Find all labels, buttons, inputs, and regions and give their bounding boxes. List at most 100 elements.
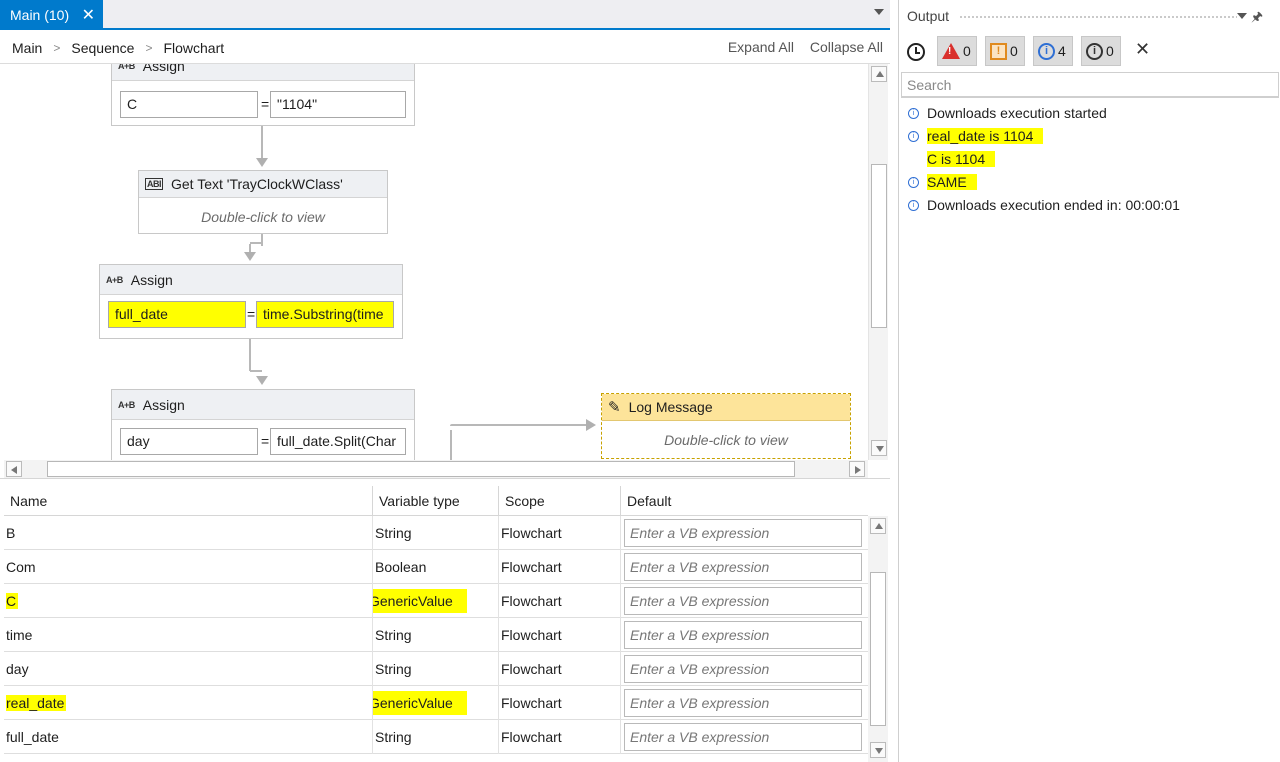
- default-value-input[interactable]: Enter a VB expression: [624, 587, 862, 615]
- variable-row[interactable]: C GenericValue Flowchart Enter a VB express…: [4, 584, 868, 618]
- activity-title: Get Text 'TrayClockWClass': [171, 176, 343, 192]
- variable-name[interactable]: Com: [4, 550, 373, 584]
- variable-type[interactable]: GenericValue: [373, 686, 499, 720]
- assign-activity-full-date[interactable]: A+B Assign full_date = time.Substring(ti…: [99, 264, 403, 339]
- column-header-name[interactable]: Name: [4, 486, 373, 516]
- variable-scope[interactable]: Flowchart: [499, 686, 621, 720]
- scroll-down-button[interactable]: [871, 440, 887, 456]
- close-icon[interactable]: ✕: [82, 5, 95, 25]
- default-value-input[interactable]: Enter a VB expression: [624, 519, 862, 547]
- connector-line: [261, 234, 263, 246]
- default-value-input[interactable]: Enter a VB expression: [624, 553, 862, 581]
- log-message-icon: ✎: [608, 399, 621, 416]
- column-header-type[interactable]: Variable type: [373, 486, 499, 516]
- breadcrumb-item-sequence[interactable]: Sequence: [71, 40, 134, 56]
- variable-row[interactable]: full_date String Flowchart Enter a VB expre…: [4, 720, 868, 754]
- variable-name[interactable]: B: [4, 516, 373, 550]
- variable-name[interactable]: C: [4, 584, 373, 618]
- drag-grip[interactable]: [959, 15, 1237, 19]
- double-click-hint: Double-click to view: [602, 432, 850, 448]
- assign-to-input[interactable]: C: [120, 91, 258, 118]
- column-header-scope[interactable]: Scope: [499, 486, 621, 516]
- canvas-vertical-scrollbar[interactable]: [868, 64, 888, 460]
- variable-row[interactable]: time String Flowchart Enter a VB expression: [4, 618, 868, 652]
- variable-type[interactable]: String: [373, 720, 499, 754]
- warning-count: 0: [1010, 43, 1018, 59]
- assign-activity-c[interactable]: A+B Assign C = "1104": [111, 64, 415, 126]
- filter-info-button[interactable]: i 4: [1033, 36, 1073, 66]
- variables-vertical-scrollbar[interactable]: [868, 516, 888, 762]
- clear-output-icon[interactable]: ✕: [1135, 39, 1150, 60]
- column-header-default[interactable]: Default: [621, 486, 868, 516]
- variable-scope[interactable]: Flowchart: [499, 584, 621, 618]
- log-message-activity[interactable]: ✎ Log Message Double-click to view: [601, 393, 851, 459]
- variable-type[interactable]: String: [373, 618, 499, 652]
- variable-name[interactable]: time: [4, 618, 373, 652]
- default-value-input[interactable]: Enter a VB expression: [624, 689, 862, 717]
- expand-all-button[interactable]: Expand All: [728, 39, 794, 55]
- flowchart-canvas[interactable]: A+B Assign C = "1104" ABI Get Text 'Tray…: [4, 64, 868, 460]
- default-value-input[interactable]: Enter a VB expression: [624, 655, 862, 683]
- canvas-horizontal-scrollbar[interactable]: [4, 460, 868, 478]
- variable-scope[interactable]: Flowchart: [499, 720, 621, 754]
- log-entry[interactable]: i real_date is 1104: [907, 125, 1279, 148]
- variable-name[interactable]: day: [4, 652, 373, 686]
- connector-line: [250, 242, 262, 244]
- variables-header: Name Variable type Scope Default: [4, 486, 868, 516]
- breadcrumb-item-main[interactable]: Main: [12, 40, 42, 56]
- info-count: 4: [1058, 43, 1066, 59]
- variable-row[interactable]: real_date GenericValue Flowchart Enter a VB…: [4, 686, 868, 720]
- variable-scope[interactable]: Flowchart: [499, 652, 621, 686]
- variable-row[interactable]: Com Boolean Flowchart Enter a VB expression: [4, 550, 868, 584]
- variable-type[interactable]: String: [373, 516, 499, 550]
- assign-activity-day[interactable]: A+B Assign day = full_date.Split(Char: [111, 389, 415, 460]
- scroll-thumb[interactable]: [871, 164, 887, 328]
- tab-dropdown-icon[interactable]: [874, 9, 884, 15]
- panel-splitter[interactable]: [0, 478, 890, 486]
- variable-row[interactable]: B String Flowchart Enter a VB expression: [4, 516, 868, 550]
- default-value-input[interactable]: Enter a VB expression: [624, 723, 862, 751]
- designer-panel: Main (10) ✕ Main > Sequence > Flowchart …: [0, 0, 890, 762]
- scroll-right-button[interactable]: [849, 461, 865, 477]
- chevron-up-icon: [875, 523, 883, 529]
- variable-type[interactable]: GenericValue: [373, 584, 499, 618]
- breadcrumb-item-flowchart[interactable]: Flowchart: [163, 40, 224, 56]
- assign-to-input[interactable]: full_date: [108, 301, 246, 328]
- default-value-input[interactable]: Enter a VB expression: [624, 621, 862, 649]
- arrow-down-icon: [256, 158, 268, 167]
- log-text: SAME: [927, 174, 977, 190]
- chevron-down-icon: [875, 748, 883, 754]
- variable-type[interactable]: Boolean: [373, 550, 499, 584]
- assign-value-input[interactable]: "1104": [270, 91, 406, 118]
- variable-type[interactable]: String: [373, 652, 499, 686]
- scroll-thumb[interactable]: [870, 572, 886, 726]
- variable-scope[interactable]: Flowchart: [499, 516, 621, 550]
- get-text-activity[interactable]: ABI Get Text 'TrayClockWClass' Double-cl…: [138, 170, 388, 234]
- variable-name[interactable]: real_date: [4, 686, 373, 720]
- scroll-up-button[interactable]: [871, 66, 887, 82]
- variable-row[interactable]: day String Flowchart Enter a VB expression: [4, 652, 868, 686]
- timestamp-toggle-icon[interactable]: [907, 43, 925, 61]
- log-entry[interactable]: C is 1104: [907, 148, 1279, 171]
- assign-value-input[interactable]: full_date.Split(Char: [270, 428, 406, 455]
- tab-main[interactable]: Main (10) ✕: [0, 0, 103, 30]
- scroll-left-button[interactable]: [6, 461, 22, 477]
- scroll-thumb[interactable]: [47, 461, 795, 477]
- log-entry[interactable]: i Downloads execution ended in: 00:00:01: [907, 194, 1279, 217]
- filter-warnings-button[interactable]: ! 0: [985, 36, 1025, 66]
- log-entry[interactable]: i Downloads execution started: [907, 102, 1279, 125]
- variable-name[interactable]: full_date: [4, 720, 373, 754]
- log-entry[interactable]: i SAME: [907, 171, 1279, 194]
- assign-to-input[interactable]: day: [120, 428, 258, 455]
- assign-value-input[interactable]: time.Substring(time: [256, 301, 394, 328]
- scroll-down-button[interactable]: [870, 742, 886, 758]
- collapse-all-button[interactable]: Collapse All: [810, 39, 883, 55]
- variable-scope[interactable]: Flowchart: [499, 550, 621, 584]
- output-search-input[interactable]: Search: [901, 72, 1279, 98]
- scroll-up-button[interactable]: [870, 518, 886, 534]
- filter-trace-button[interactable]: i 0: [1081, 36, 1121, 66]
- variable-scope[interactable]: Flowchart: [499, 618, 621, 652]
- panel-dropdown-icon[interactable]: [1237, 13, 1247, 19]
- filter-errors-button[interactable]: ! 0: [937, 36, 977, 66]
- pin-icon[interactable]: 🖈: [1251, 8, 1263, 30]
